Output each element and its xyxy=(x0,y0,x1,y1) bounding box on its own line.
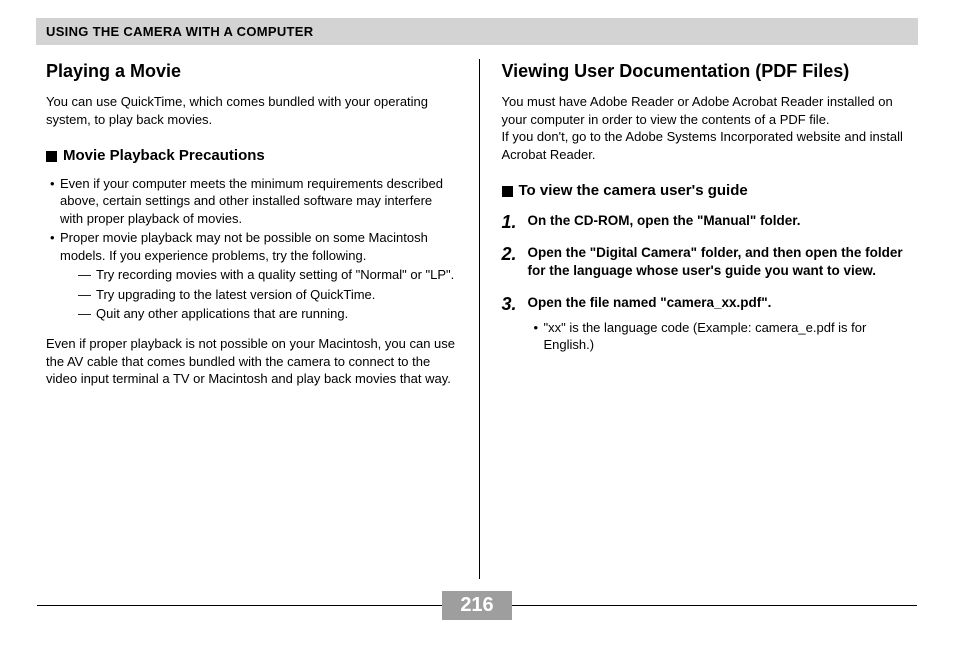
step-text: Open the "Digital Camera" folder, and th… xyxy=(528,245,903,278)
step-number: 3. xyxy=(502,292,517,316)
left-subheading-text: Movie Playback Precautions xyxy=(63,146,265,166)
step-text: Open the file named "camera_xx.pdf". xyxy=(528,295,772,310)
page-footer: 216 xyxy=(37,591,917,620)
step-note: "xx" is the language code (Example: came… xyxy=(534,319,913,354)
step-text: On the CD-ROM, open the "Manual" folder. xyxy=(528,213,801,228)
footer-rule-right xyxy=(512,605,917,606)
right-subheading: To view the camera user's guide xyxy=(502,181,913,201)
precaution-item: Proper movie playback may not be possibl… xyxy=(50,229,457,323)
step-number: 2. xyxy=(502,242,517,266)
step-item: 3. Open the file named "camera_xx.pdf". … xyxy=(502,294,913,353)
step-item: 1. On the CD-ROM, open the "Manual" fold… xyxy=(502,212,913,230)
troubleshoot-list: Try recording movies with a quality sett… xyxy=(60,266,457,323)
troubleshoot-item: Try upgrading to the latest version of Q… xyxy=(78,286,457,304)
troubleshoot-item: Quit any other applications that are run… xyxy=(78,305,457,323)
step-number: 1. xyxy=(502,210,517,234)
section-header-bar: USING THE CAMERA WITH A COMPUTER xyxy=(36,18,918,45)
right-title: Viewing User Documentation (PDF Files) xyxy=(502,59,913,83)
precaution-item: Even if your computer meets the minimum … xyxy=(50,175,457,228)
left-intro: You can use QuickTime, which comes bundl… xyxy=(46,93,457,128)
precaution-item-text: Proper movie playback may not be possibl… xyxy=(60,230,428,263)
square-bullet-icon xyxy=(502,186,513,197)
square-bullet-icon xyxy=(46,151,57,162)
content-columns: Playing a Movie You can use QuickTime, w… xyxy=(36,59,918,579)
troubleshoot-item: Try recording movies with a quality sett… xyxy=(78,266,457,284)
footer-rule-left xyxy=(37,605,442,606)
right-intro-1: You must have Adobe Reader or Adobe Acro… xyxy=(502,93,913,128)
left-title: Playing a Movie xyxy=(46,59,457,83)
right-intro-2: If you don't, go to the Adobe Systems In… xyxy=(502,128,913,163)
steps-list: 1. On the CD-ROM, open the "Manual" fold… xyxy=(502,212,913,354)
precaution-list: Even if your computer meets the minimum … xyxy=(46,175,457,323)
step-item: 2. Open the "Digital Camera" folder, and… xyxy=(502,244,913,280)
left-closing: Even if proper playback is not possible … xyxy=(46,335,457,388)
left-column: Playing a Movie You can use QuickTime, w… xyxy=(36,59,480,579)
right-subheading-text: To view the camera user's guide xyxy=(519,181,748,201)
step-note-list: "xx" is the language code (Example: came… xyxy=(528,319,913,354)
right-column: Viewing User Documentation (PDF Files) Y… xyxy=(480,59,919,579)
left-subheading: Movie Playback Precautions xyxy=(46,146,457,166)
page-number: 216 xyxy=(442,591,511,620)
